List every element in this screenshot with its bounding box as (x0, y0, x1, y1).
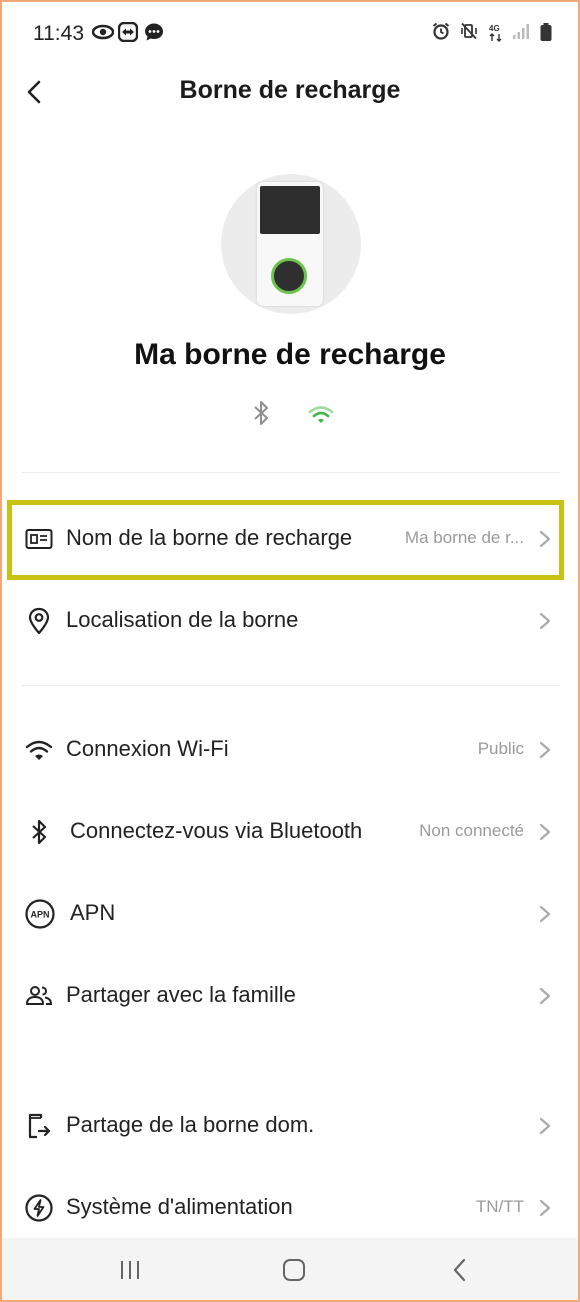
row-power-system[interactable]: Système d'alimentation TN/TT (2, 1167, 578, 1249)
row-label: Connexion Wi-Fi (66, 736, 229, 761)
bluetooth-icon (249, 398, 273, 433)
status-time: 11:43 (33, 22, 84, 45)
row-family-share[interactable]: Partager avec la famille (2, 955, 578, 1037)
row-label: Partage de la borne dom. (66, 1112, 315, 1137)
row-apn[interactable]: APN APN (2, 873, 578, 955)
app-header: Borne de recharge (2, 62, 578, 122)
row-label: APN (70, 900, 116, 925)
alarm-icon (432, 22, 452, 42)
charger-body (257, 182, 323, 306)
row-label: Système d'alimentation (66, 1194, 293, 1219)
vibrate-mute-icon (460, 22, 480, 42)
row-value: TN/TT (475, 1197, 524, 1216)
share-device-icon (24, 1111, 54, 1141)
message-icon (144, 22, 164, 42)
phone-screen: 11:43 4G Borne de recharge Ma borne de r… (0, 0, 580, 1302)
row-label: Connectez-vous via Bluetooth (70, 818, 363, 843)
teamviewer-icon (117, 21, 139, 43)
chevron-right-icon (536, 984, 554, 1008)
divider (22, 685, 560, 686)
row-bluetooth[interactable]: Connectez-vous via Bluetooth Non connect… (2, 791, 578, 873)
row-wifi[interactable]: Connexion Wi-Fi Public (2, 709, 578, 791)
wifi-icon (24, 735, 54, 765)
wifi-status-icon (307, 404, 335, 431)
signal-icon (512, 22, 532, 42)
chevron-right-icon (536, 820, 554, 844)
row-label: Localisation de la borne (66, 607, 299, 632)
status-bar: 11:43 4G (2, 2, 578, 62)
charger-screen (260, 186, 320, 234)
nav-back-icon[interactable] (440, 1256, 480, 1284)
system-nav-bar (2, 1238, 578, 1300)
row-home-share[interactable]: Partage de la borne dom. (2, 1085, 578, 1167)
device-name: Ma borne de recharge (134, 338, 446, 371)
chevron-right-icon (536, 738, 554, 762)
chevron-right-icon (536, 1114, 554, 1138)
svg-text:4G: 4G (489, 24, 500, 33)
eye-icon (91, 22, 115, 42)
divider (22, 472, 560, 473)
charger-button-ring (271, 258, 307, 294)
svg-text:APN: APN (30, 910, 49, 920)
chevron-right-icon (536, 609, 554, 633)
chevron-right-icon (536, 1196, 554, 1220)
apn-icon: APN (24, 899, 56, 929)
power-system-icon (24, 1193, 54, 1223)
highlight-box (7, 500, 564, 580)
recent-apps-icon[interactable] (110, 1256, 150, 1284)
row-value: Non connecté (419, 821, 524, 840)
home-icon[interactable] (274, 1256, 314, 1284)
page-title: Borne de recharge (179, 76, 401, 104)
battery-icon (540, 22, 552, 42)
row-location[interactable]: Localisation de la borne (2, 580, 578, 662)
location-pin-icon (24, 606, 54, 636)
row-label: Partager avec la famille (66, 982, 296, 1007)
4g-icon: 4G (488, 22, 504, 42)
chevron-right-icon (536, 902, 554, 926)
device-image (221, 174, 361, 314)
people-icon (24, 981, 54, 1011)
bluetooth-icon (24, 817, 54, 847)
row-value: Public (477, 739, 524, 758)
connectivity-icons (2, 398, 578, 430)
